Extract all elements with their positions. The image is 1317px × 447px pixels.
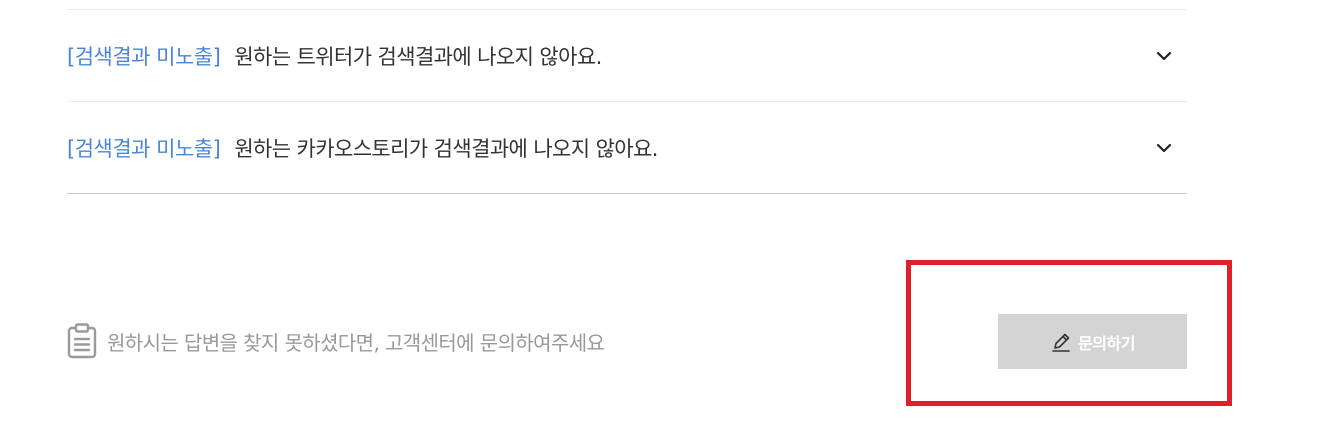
inquiry-button-label: 문의하기 (1078, 333, 1135, 353)
clipboard-icon (67, 323, 97, 359)
pencil-icon (1052, 333, 1070, 352)
help-note: 원하시는 답변을 찾지 못하셨다면, 고객센터에 문의하여주세요 (67, 322, 605, 360)
faq-question-text: 원하는 카카오스토리가 검색결과에 나오지 않아요. (234, 136, 658, 161)
faq-item-kakaostory[interactable]: [검색결과 미노출] 원하는 카카오스토리가 검색결과에 나오지 않아요. (67, 102, 1187, 194)
faq-category-label: [검색결과 미노출] (67, 44, 221, 69)
inquiry-button[interactable]: 문의하기 (998, 314, 1187, 369)
faq-page: [검색결과 미노출] 원하는 트위터가 검색결과에 나오지 않아요. [검색결과… (0, 0, 1317, 447)
faq-item-twitter[interactable]: [검색결과 미노출] 원하는 트위터가 검색결과에 나오지 않아요. (67, 10, 1187, 102)
faq-question-text: 원하는 트위터가 검색결과에 나오지 않아요. (234, 44, 602, 69)
faq-category-label: [검색결과 미노출] (67, 136, 221, 161)
chevron-down-icon[interactable] (1155, 139, 1173, 157)
chevron-down-icon[interactable] (1155, 47, 1173, 65)
help-text: 원하시는 답변을 찾지 못하셨다면, 고객센터에 문의하여주세요 (107, 330, 605, 355)
